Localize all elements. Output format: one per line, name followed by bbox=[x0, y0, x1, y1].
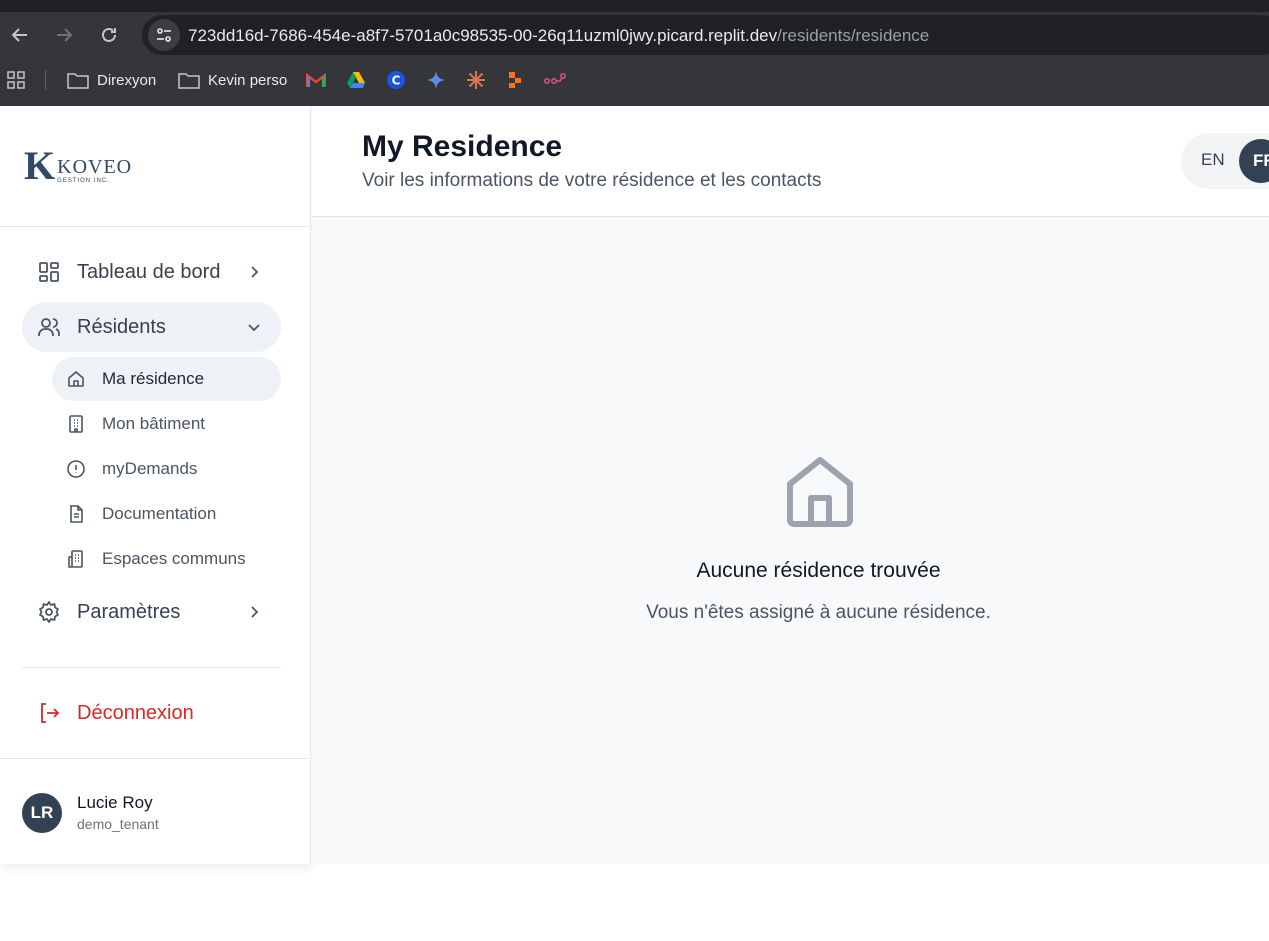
main-content: My Residence Voir les informations de vo… bbox=[312, 106, 1269, 864]
bookmark-flow[interactable] bbox=[544, 69, 568, 91]
sidebar: K KOVEO GESTION INC. Tableau de bord Rés… bbox=[0, 106, 311, 864]
bookmark-c-app[interactable]: C bbox=[386, 69, 406, 91]
sidebar-subitem-label: Ma résidence bbox=[102, 369, 205, 388]
google-drive-icon bbox=[347, 72, 365, 88]
sidebar-item-label: Tableau de bord bbox=[77, 260, 221, 283]
folder-icon bbox=[178, 73, 200, 89]
logo-name: KOVEO bbox=[57, 156, 133, 178]
user-name: Lucie Roy bbox=[77, 793, 153, 812]
buildings-icon bbox=[68, 550, 83, 568]
logout-button[interactable]: Déconnexion bbox=[22, 688, 281, 738]
empty-state-title: Aucune résidence trouvée bbox=[696, 559, 941, 582]
bookmark-claude[interactable] bbox=[466, 69, 486, 91]
bookmark-gemini[interactable] bbox=[426, 69, 446, 91]
figma-like-icon bbox=[509, 72, 521, 88]
bookmark-gmail[interactable] bbox=[306, 69, 326, 91]
bookmark-label: Kevin perso bbox=[208, 71, 288, 89]
c-app-icon: C bbox=[387, 71, 405, 89]
tab-strip bbox=[0, 0, 1269, 12]
logo-area: K KOVEO GESTION INC. bbox=[0, 106, 311, 227]
browser-chrome: 723dd16d-7686-454e-a8f7-5701a0c98535-00-… bbox=[0, 0, 1269, 106]
bookmarks-separator bbox=[45, 70, 46, 90]
home-icon bbox=[68, 371, 84, 387]
bookmarks-bar: Direxyon Kevin perso C bbox=[0, 62, 1269, 98]
logout-icon bbox=[41, 703, 60, 723]
folder-icon bbox=[67, 73, 89, 89]
logo-text: KOVEO GESTION INC. bbox=[57, 157, 132, 184]
page-title: My Residence bbox=[362, 130, 563, 163]
gemini-icon bbox=[427, 71, 445, 89]
site-info-button[interactable] bbox=[148, 19, 180, 51]
page-header: My Residence Voir les informations de vo… bbox=[312, 106, 1269, 217]
user-profile[interactable]: LR Lucie Roy demo_tenant bbox=[0, 758, 311, 864]
bookmark-tool[interactable] bbox=[506, 69, 524, 91]
file-text-icon bbox=[70, 505, 83, 523]
bookmark-label: Direxyon bbox=[97, 71, 157, 89]
users-icon bbox=[38, 318, 60, 336]
user-role: demo_tenant bbox=[77, 816, 159, 832]
sidebar-item-parametres[interactable]: Paramètres bbox=[22, 587, 281, 637]
home-icon bbox=[787, 457, 853, 527]
sidebar-subitem-label: Documentation bbox=[102, 504, 217, 523]
sidebar-subitem-espaces-communs[interactable]: Espaces communs bbox=[52, 537, 281, 581]
forward-arrow-icon bbox=[57, 28, 73, 42]
dashboard-icon bbox=[39, 262, 59, 282]
logo-sub: GESTION INC. bbox=[57, 178, 110, 184]
claude-icon bbox=[467, 71, 485, 89]
sidebar-subitem-ma-residence[interactable]: Ma résidence bbox=[52, 357, 281, 401]
sidebar-divider bbox=[22, 667, 281, 668]
language-toggle: EN FR bbox=[1181, 133, 1269, 189]
sidebar-item-label: Paramètres bbox=[77, 600, 181, 623]
bookmark-drive[interactable] bbox=[346, 69, 366, 91]
gear-icon bbox=[39, 601, 59, 623]
chevron-down-icon bbox=[248, 324, 260, 332]
lang-fr-button[interactable]: FR bbox=[1239, 139, 1269, 183]
url-text[interactable]: 723dd16d-7686-454e-a8f7-5701a0c98535-00-… bbox=[188, 26, 929, 46]
bookmark-kevin-perso[interactable]: Kevin perso bbox=[178, 69, 287, 91]
empty-state-description: Vous n'êtes assigné à aucune résidence. bbox=[646, 602, 991, 623]
building-icon bbox=[69, 415, 83, 433]
apps-grid-icon bbox=[7, 71, 25, 89]
reload-icon bbox=[102, 27, 116, 42]
logo-letter: K bbox=[24, 143, 56, 188]
reload-button[interactable] bbox=[96, 22, 122, 48]
apps-button[interactable] bbox=[7, 69, 25, 91]
chevron-right-icon bbox=[251, 606, 259, 618]
page-subtitle: Voir les informations de votre résidence… bbox=[362, 170, 822, 191]
sidebar-subitem-label: Mon bâtiment bbox=[102, 414, 205, 433]
svg-text:C: C bbox=[392, 74, 401, 88]
avatar: LR bbox=[22, 793, 62, 833]
lang-en-button[interactable]: EN bbox=[1201, 150, 1225, 170]
sidebar-subitem-documentation[interactable]: Documentation bbox=[52, 492, 281, 536]
alert-circle-icon bbox=[67, 460, 85, 478]
forward-button[interactable] bbox=[51, 22, 77, 48]
sidebar-item-label: Résidents bbox=[77, 315, 166, 338]
sidebar-subitem-mon-batiment[interactable]: Mon bâtiment bbox=[52, 402, 281, 446]
back-button[interactable] bbox=[7, 22, 33, 48]
tune-icon bbox=[157, 28, 171, 42]
gmail-icon bbox=[306, 72, 326, 87]
sidebar-subitem-label: Espaces communs bbox=[102, 549, 246, 568]
logout-label: Déconnexion bbox=[77, 701, 194, 724]
back-arrow-icon bbox=[11, 28, 27, 42]
sidebar-item-dashboard[interactable]: Tableau de bord bbox=[22, 247, 281, 297]
chevron-right-icon bbox=[251, 266, 259, 278]
bookmark-direxyon[interactable]: Direxyon bbox=[67, 69, 156, 91]
sidebar-subitem-mydemands[interactable]: myDemands bbox=[52, 447, 281, 491]
sidebar-subitem-label: myDemands bbox=[102, 459, 198, 478]
url-host: 723dd16d-7686-454e-a8f7-5701a0c98535-00-… bbox=[188, 26, 778, 45]
koveo-logo[interactable]: K KOVEO GESTION INC. bbox=[24, 143, 132, 188]
address-bar[interactable]: 723dd16d-7686-454e-a8f7-5701a0c98535-00-… bbox=[142, 15, 1269, 55]
app-root: K KOVEO GESTION INC. Tableau de bord Rés… bbox=[0, 106, 1269, 864]
flow-icon bbox=[544, 73, 566, 84]
sidebar-item-residents[interactable]: Résidents bbox=[22, 302, 281, 352]
url-path: /residents/residence bbox=[777, 26, 930, 45]
browser-toolbar: 723dd16d-7686-454e-a8f7-5701a0c98535-00-… bbox=[0, 12, 1269, 57]
